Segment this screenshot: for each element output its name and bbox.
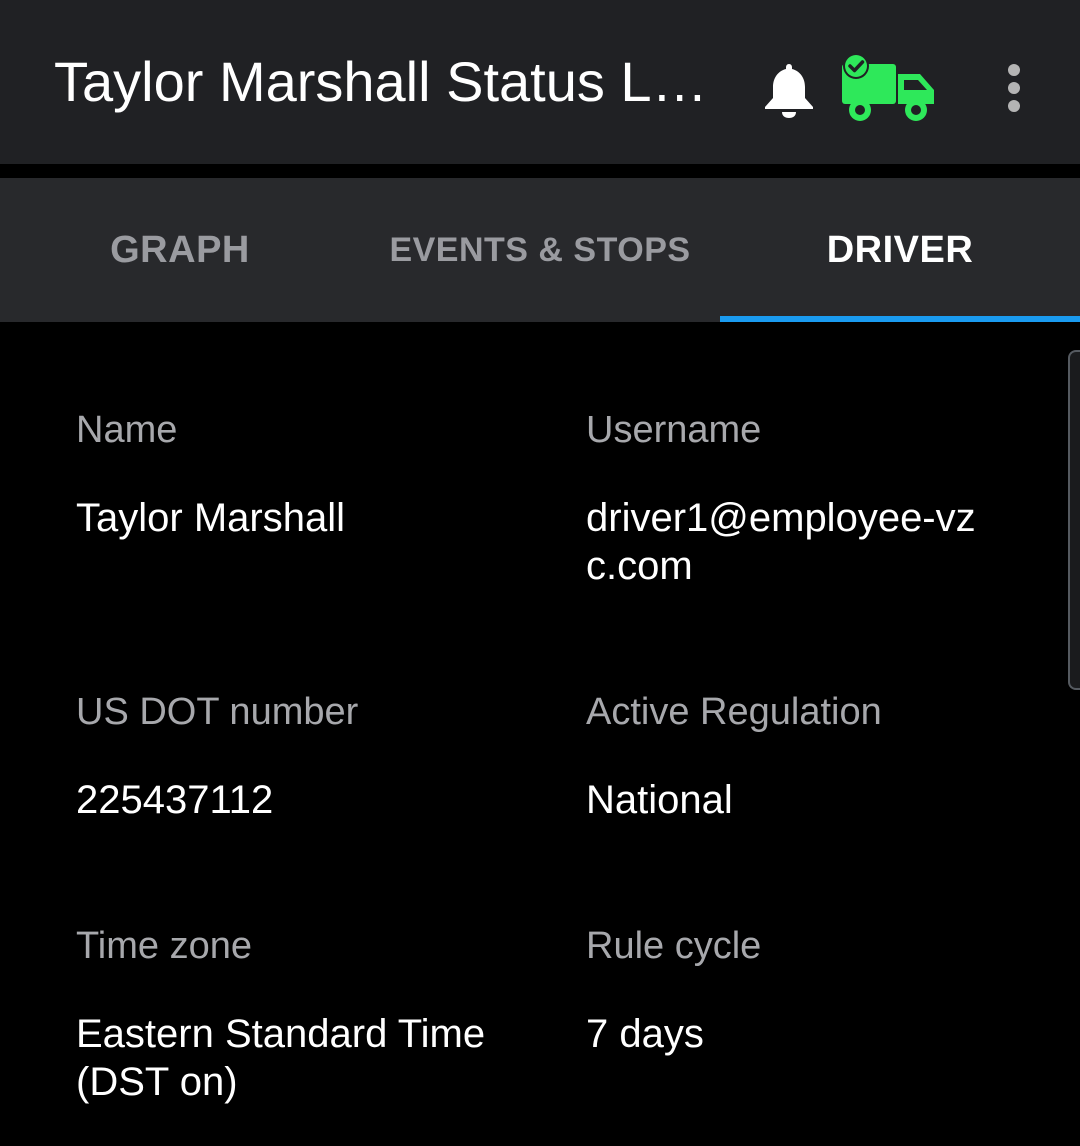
tab-label: EVENTS & STOPS bbox=[389, 230, 691, 269]
field-label: Active Regulation bbox=[586, 691, 882, 733]
field-time-zone: Time zone Eastern Standard Time (DST on) bbox=[76, 922, 496, 1106]
field-label: Rule cycle bbox=[586, 925, 762, 967]
field-active-regulation: Active Regulation National bbox=[586, 688, 1006, 824]
field-value: 7 days bbox=[586, 1012, 704, 1056]
tab-label: DRIVER bbox=[826, 228, 974, 271]
field-value: Taylor Marshall bbox=[76, 496, 345, 540]
field-label: US DOT number bbox=[76, 691, 359, 733]
page-title: Taylor Marshall Status Logs bbox=[54, 50, 714, 113]
truck-check-icon[interactable] bbox=[838, 52, 938, 124]
bell-icon[interactable] bbox=[760, 60, 818, 120]
divider bbox=[0, 164, 1080, 178]
field-username: Username driver1@employee-vzc.com bbox=[586, 406, 1006, 590]
field-label: Username bbox=[586, 409, 762, 451]
driver-details: Name Taylor Marshall Username driver1@em… bbox=[0, 322, 1080, 1146]
more-vert-icon[interactable] bbox=[990, 58, 1038, 118]
field-value: National bbox=[586, 778, 733, 822]
scrollbar[interactable] bbox=[1068, 350, 1080, 690]
menu-dot bbox=[1008, 82, 1020, 94]
menu-dot bbox=[1008, 64, 1020, 76]
tab-driver[interactable]: DRIVER bbox=[720, 178, 1080, 322]
tab-graph[interactable]: GRAPH bbox=[0, 178, 360, 322]
field-value: Eastern Standard Time (DST on) bbox=[76, 1012, 486, 1104]
top-app-bar: Taylor Marshall Status Logs bbox=[0, 0, 1080, 164]
tab-events-stops[interactable]: EVENTS & STOPS bbox=[360, 178, 720, 322]
menu-dot bbox=[1008, 100, 1020, 112]
field-us-dot-number: US DOT number 225437112 bbox=[76, 688, 536, 824]
field-value: 225437112 bbox=[76, 778, 274, 822]
field-label: Time zone bbox=[76, 925, 252, 967]
field-name: Name Taylor Marshall bbox=[76, 406, 536, 542]
field-rule-cycle: Rule cycle 7 days bbox=[586, 922, 1006, 1058]
tab-bar: GRAPH EVENTS & STOPS DRIVER bbox=[0, 178, 1080, 322]
field-value: driver1@employee-vzc.com bbox=[586, 496, 976, 588]
tab-label: GRAPH bbox=[110, 228, 250, 271]
field-label: Name bbox=[76, 409, 178, 451]
app-screen: Taylor Marshall Status Logs GRAPH EVENTS… bbox=[0, 0, 1080, 1146]
